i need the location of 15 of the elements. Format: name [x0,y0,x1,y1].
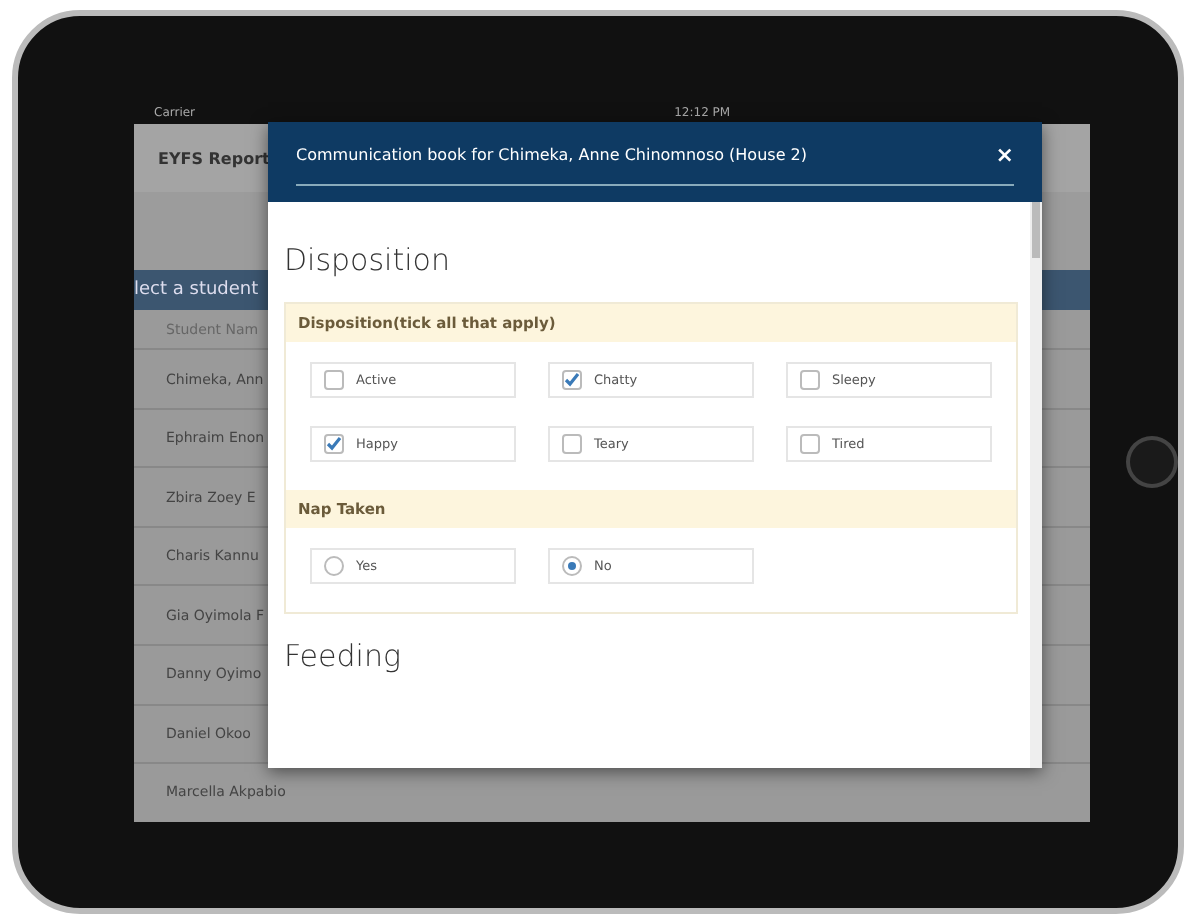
checkbox[interactable] [800,369,820,389]
scrollbar[interactable] [1030,201,1042,767]
radio-button[interactable] [562,555,582,575]
checkbox[interactable] [324,433,344,453]
close-button[interactable]: × [995,141,1014,167]
modal-title: Communication book for Chimeka, Anne Chinomnoso (House 2) [296,145,807,163]
section-heading: Feeding [284,637,403,673]
radio-button[interactable] [324,555,344,575]
banner-text: lect a student [134,279,259,300]
checkbox[interactable] [562,369,582,389]
checkbox[interactable] [324,369,344,389]
checkbox[interactable] [562,433,582,453]
app-title: EYFS Report [158,149,270,168]
section-heading: Disposition [284,241,452,277]
checkbox[interactable] [800,433,820,453]
